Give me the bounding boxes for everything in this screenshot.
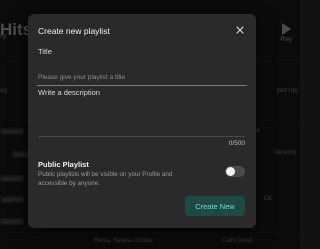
description-input[interactable] bbox=[37, 110, 247, 132]
close-button[interactable] bbox=[233, 23, 247, 37]
title-label: Title bbox=[38, 47, 52, 56]
title-input[interactable] bbox=[37, 69, 247, 86]
description-underline bbox=[38, 136, 245, 137]
toggle-knob bbox=[226, 167, 235, 176]
public-playlist-toggle[interactable] bbox=[225, 166, 245, 177]
create-new-button[interactable]: Create New bbox=[185, 196, 245, 216]
create-playlist-modal: Create new playlist Title Write a descri… bbox=[28, 14, 256, 228]
modal-title: Create new playlist bbox=[38, 26, 110, 36]
description-label: Write a description bbox=[38, 88, 100, 97]
public-playlist-label: Public Playlist bbox=[38, 160, 89, 169]
char-count: 0/500 bbox=[228, 140, 245, 147]
public-playlist-description: Public playlists will be visible on your… bbox=[38, 171, 173, 187]
close-icon bbox=[236, 26, 244, 34]
